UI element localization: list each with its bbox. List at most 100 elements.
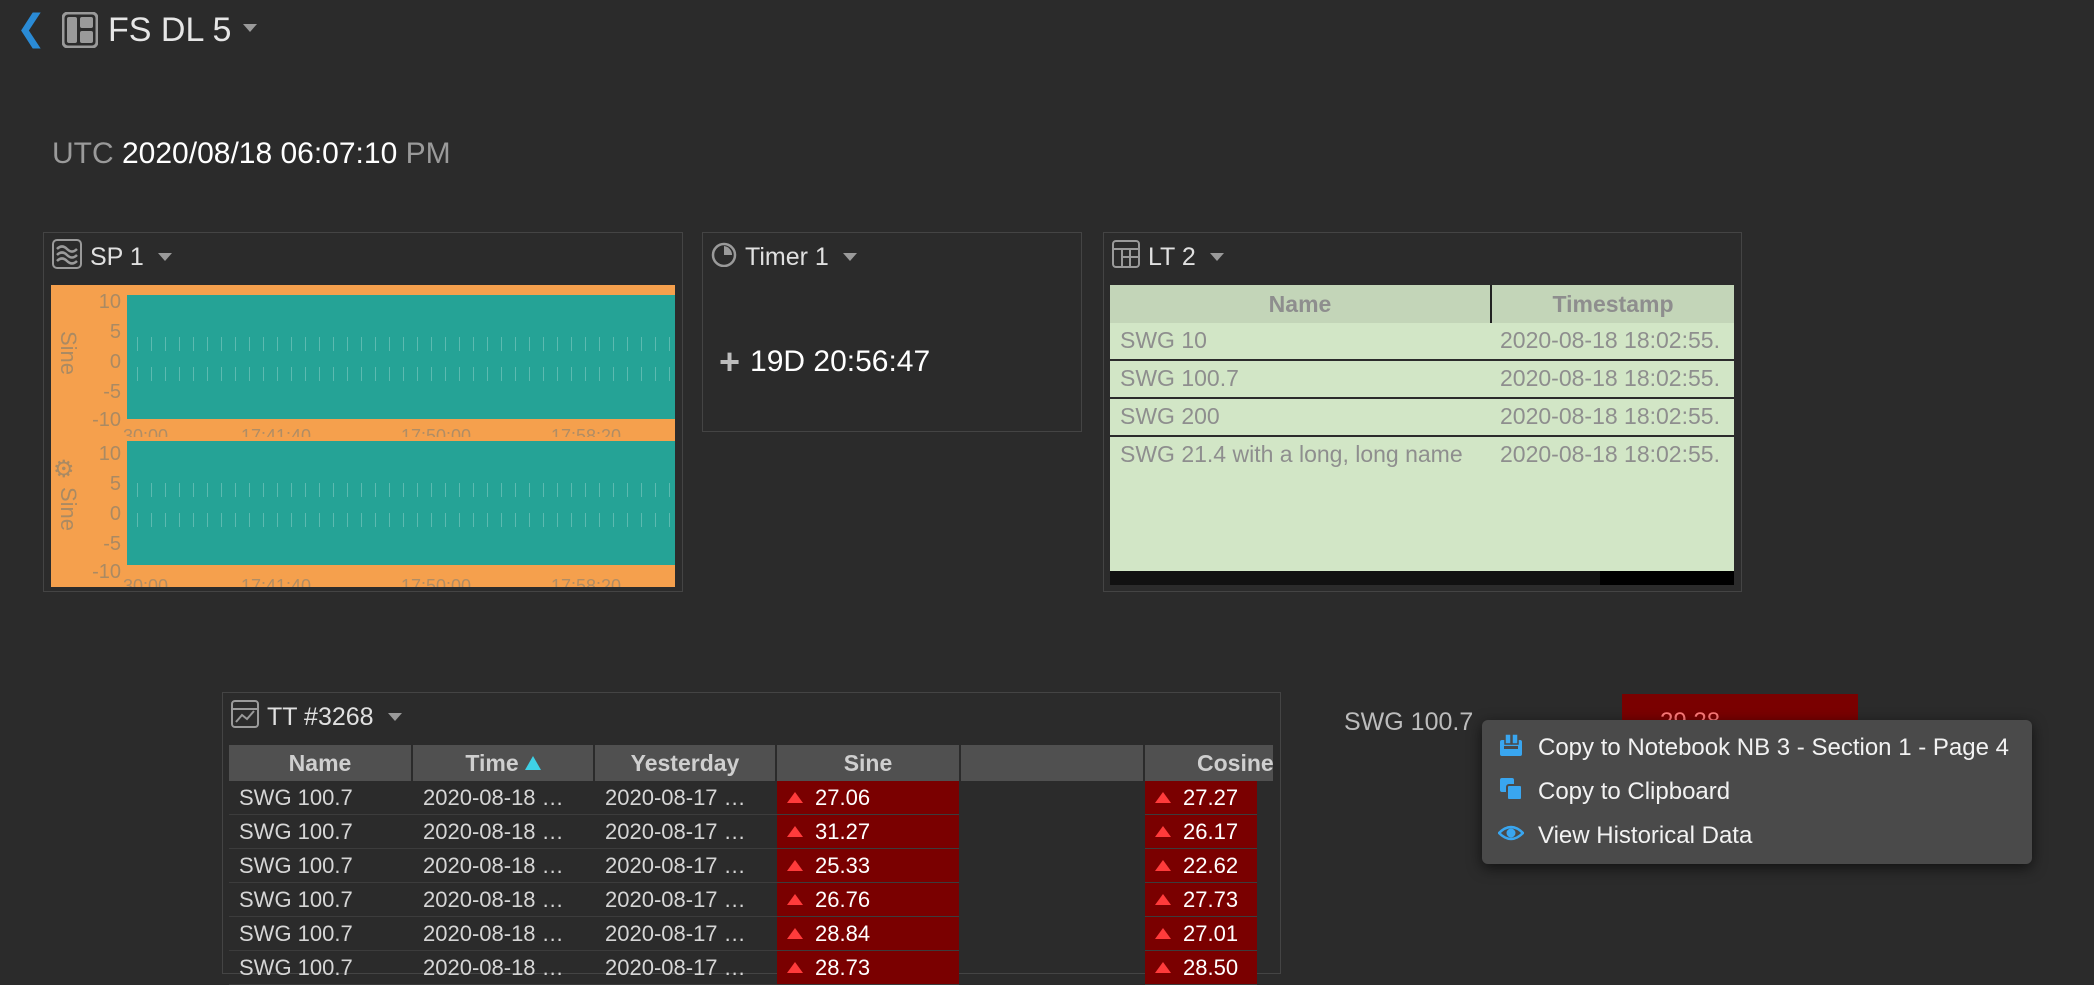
plot-1-ytick: 0 — [109, 351, 121, 373]
lt2-header[interactable]: LT 2 — [1112, 239, 1224, 273]
row-yesterday: 2020-08-17 … — [595, 917, 777, 951]
cosine-value: 22.62 — [1183, 852, 1239, 878]
tt-col-sine[interactable]: Sine — [777, 745, 961, 781]
row-name: SWG 100.7 — [229, 917, 413, 951]
timer-readout: 19D 20:56:47 — [750, 345, 931, 378]
horizontal-scrollbar[interactable] — [1110, 571, 1734, 585]
table-row[interactable]: SWG 21.4 with a long, long name 2020-08-… — [1110, 437, 1734, 473]
context-menu: Copy to Notebook NB 3 - Section 1 - Page… — [1482, 720, 2032, 864]
plot-2-ytick: 5 — [109, 473, 121, 495]
tt-col-yesterday[interactable]: Yesterday — [595, 745, 777, 781]
sine-plot-2[interactable]: ⚙ Sine 10 5 0 -5 -10 30:00 17:41:40 17:5… — [51, 437, 675, 587]
row-name: SWG 100.7 — [1120, 365, 1239, 391]
sine-plot-1[interactable]: Sine 10 5 0 -5 -10 30:00 17:41:40 17:50:… — [51, 285, 675, 437]
clock-ampm: PM — [405, 137, 451, 170]
lt2-dropdown-icon[interactable] — [1209, 253, 1224, 261]
tt-dropdown-icon[interactable] — [387, 713, 402, 721]
tt-panel: TT #3268 Name Time Yesterday Sine Cosine… — [222, 692, 1281, 985]
row-sine: 26.76 — [777, 883, 959, 917]
plot-2-xtick: 17:58:20 — [551, 576, 622, 587]
row-name: SWG 100.7 — [229, 951, 413, 985]
row-name: SWG 21.4 with a long, long name — [1120, 441, 1463, 467]
tt-title: TT #3268 — [267, 702, 374, 731]
up-arrow-icon — [787, 826, 803, 837]
up-arrow-icon — [1155, 792, 1171, 803]
lt2-panel: LT 2 Name Timestamp SWG 10 2020-08-18 18… — [1103, 232, 1742, 592]
sine-value: 28.84 — [815, 920, 871, 946]
menu-label: Copy to Clipboard — [1538, 778, 1731, 805]
row-cosine: 22.62 — [1145, 849, 1257, 883]
layout-icon — [61, 11, 99, 53]
row-cosine: 28.50 — [1145, 951, 1257, 985]
up-arrow-icon — [787, 792, 803, 803]
clipboard-icon — [1498, 776, 1524, 809]
lt2-table: Name Timestamp SWG 10 2020-08-18 18:02:5… — [1110, 285, 1734, 585]
menu-copy-to-notebook[interactable]: Copy to Notebook NB 3 - Section 1 - Page… — [1498, 728, 2009, 768]
plot-1-xtick: 30:00 — [123, 426, 169, 437]
cosine-value: 26.17 — [1183, 818, 1239, 844]
tt-col-name[interactable]: Name — [229, 745, 413, 781]
table-row[interactable]: SWG 100.7 2020-08-18 18:02:55. — [1110, 361, 1734, 399]
eye-icon — [1497, 820, 1525, 853]
table-row[interactable]: SWG 200 2020-08-18 18:02:55. — [1110, 399, 1734, 437]
row-time: 2020-08-18 … — [413, 849, 595, 883]
row-name: SWG 100.7 — [229, 781, 413, 815]
row-time: 2020-08-18 … — [413, 815, 595, 849]
tt-col-time[interactable]: Time — [413, 745, 595, 781]
row-yesterday: 2020-08-17 … — [595, 781, 777, 815]
tt-col-blank[interactable] — [961, 745, 1145, 781]
menu-copy-to-clipboard[interactable]: Copy to Clipboard — [1498, 772, 1730, 812]
sp1-dropdown-icon[interactable] — [157, 253, 172, 261]
up-arrow-icon — [787, 860, 803, 871]
up-arrow-icon — [787, 894, 803, 905]
row-timestamp: 2020-08-18 18:02:55. — [1500, 327, 1720, 353]
timer1-dropdown-icon[interactable] — [842, 253, 857, 261]
clock-datetime: 2020/08/18 06:07:10 — [122, 137, 398, 170]
menu-label: Copy to Notebook NB 3 - Section 1 - Page… — [1538, 734, 2009, 761]
plot-2-xtick: 30:00 — [123, 576, 169, 587]
timer1-panel: Timer 1 + 19D 20:56:47 — [702, 232, 1082, 432]
sp1-header[interactable]: SP 1 — [52, 238, 172, 276]
notebook-icon — [1498, 732, 1524, 765]
up-arrow-icon — [1155, 860, 1171, 871]
cosine-value: 27.27 — [1183, 784, 1239, 810]
row-sine: 25.33 — [777, 849, 959, 883]
back-chevron-icon[interactable]: ❮ — [16, 8, 46, 48]
sine-value: 31.27 — [815, 818, 871, 844]
cosine-value: 28.50 — [1183, 954, 1239, 980]
plot-1-xtick: 17:58:20 — [551, 426, 622, 437]
lt2-col-name[interactable]: Name — [1110, 285, 1492, 323]
timer1-header[interactable]: Timer 1 — [711, 241, 857, 273]
row-yesterday: 2020-08-17 … — [595, 849, 777, 883]
row-timestamp: 2020-08-18 18:02:55. — [1500, 403, 1720, 429]
row-sine: 27.06 — [777, 781, 959, 815]
table-row[interactable]: SWG 10 2020-08-18 18:02:55. — [1110, 323, 1734, 361]
timer1-title: Timer 1 — [745, 242, 829, 271]
plot-1-area[interactable] — [127, 295, 675, 419]
sort-ascending-icon — [524, 756, 541, 770]
plot-2-area[interactable] — [127, 441, 675, 565]
cosine-value: 27.73 — [1183, 886, 1239, 912]
plot-2-series — [127, 483, 675, 497]
plot-1-xtick: 17:41:40 — [241, 426, 312, 437]
plot-1-ytick: -5 — [103, 381, 121, 403]
waves-icon — [52, 238, 82, 276]
menu-view-historical-data[interactable]: View Historical Data — [1497, 816, 1752, 856]
row-sine: 28.84 — [777, 917, 959, 951]
tt-col-cosine[interactable]: Cosine — [1145, 745, 1273, 781]
row-cosine: 27.73 — [1145, 883, 1257, 917]
sp1-title: SP 1 — [90, 242, 144, 271]
cosine-value: 27.01 — [1183, 920, 1239, 946]
dashboard-title[interactable]: FS DL 5 — [108, 10, 231, 50]
timer-icon — [711, 241, 737, 274]
title-dropdown-icon[interactable] — [243, 24, 257, 32]
scrollbar-thumb[interactable] — [1110, 571, 1600, 585]
lt2-col-timestamp[interactable]: Timestamp — [1492, 285, 1734, 323]
row-name: SWG 100.7 — [229, 883, 413, 917]
tt-header[interactable]: TT #3268 — [231, 699, 402, 733]
plot-2-ytick: 0 — [109, 503, 121, 525]
row-time: 2020-08-18 … — [413, 917, 595, 951]
row-time: 2020-08-18 … — [413, 883, 595, 917]
row-yesterday: 2020-08-17 … — [595, 883, 777, 917]
up-arrow-icon — [1155, 826, 1171, 837]
